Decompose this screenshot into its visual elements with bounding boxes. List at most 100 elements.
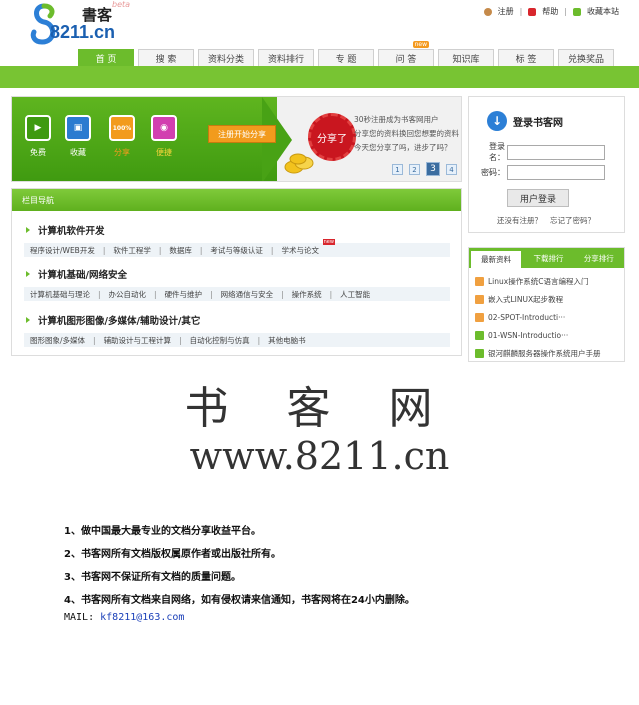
subcategory-link[interactable]: 网络通信与安全 xyxy=(221,289,274,300)
category-title[interactable]: 计算机基础/网络安全 xyxy=(12,267,461,281)
bullet-icon xyxy=(26,227,30,233)
separator: | xyxy=(154,289,157,299)
pager-page[interactable]: 1 xyxy=(392,164,403,175)
notice-line: 3、书客网不保证所有文档的质量问题。 xyxy=(64,572,241,583)
promo-banner: ▶ 免费 ▣ 收藏 100% 分享 ◉ 便捷 注册开始分享 分享了 30秒注册成… xyxy=(11,96,462,182)
password-label: 密码： xyxy=(481,168,505,177)
login-button[interactable]: 用户登录 xyxy=(507,189,569,207)
separator: | xyxy=(179,335,182,345)
username-label: 登录名： xyxy=(489,142,505,162)
banner-text-line: 30秒注册成为书客网用户 xyxy=(354,115,439,124)
category-title-text: 计算机基础/网络安全 xyxy=(38,270,127,281)
login-title-text: 登录书客网 xyxy=(513,117,563,129)
resource-title: 01-WSN-Introductio··· xyxy=(488,330,569,340)
tab-latest[interactable]: 最新资料 xyxy=(471,251,522,268)
login-arrow-icon: ↓ xyxy=(487,111,507,131)
subcategory-link[interactable]: 操作系统 xyxy=(292,289,322,300)
subcategory-text: 学术与论文 xyxy=(281,245,319,255)
subcategory-link[interactable]: 学术与论文 new xyxy=(281,238,335,256)
category-software: 计算机软件开发 程序设计/WEB开发 | 软件工程学 | 数据库 | 考试与等级认证 |… xyxy=(12,223,461,257)
register-link[interactable]: 注册 xyxy=(498,6,514,17)
password-input[interactable] xyxy=(507,165,605,180)
banner-text-line: 分享您的资料换回您想要的资料 xyxy=(354,129,459,138)
tab-label: 专 题 xyxy=(335,54,357,65)
coins-icon xyxy=(284,153,314,174)
bullet-icon xyxy=(26,271,30,277)
register-share-button[interactable]: 注册开始分享 xyxy=(208,125,276,143)
tab-home[interactable]: 首 页 xyxy=(78,49,134,66)
pager-page[interactable]: 2 xyxy=(409,164,420,175)
subcategory-link[interactable]: 考试与等级认证 xyxy=(210,245,263,256)
category-title[interactable]: 计算机软件开发 xyxy=(12,223,461,237)
bullet-icon xyxy=(26,317,30,323)
subcategory-link[interactable]: 数据库 xyxy=(169,245,192,256)
subcategory-link[interactable]: 程序设计/WEB开发 xyxy=(30,245,95,256)
list-item[interactable]: 02-SPOT-Introducti··· xyxy=(475,308,624,326)
tab-label: 资料排行 xyxy=(267,54,304,65)
new-badge: new xyxy=(412,41,429,48)
list-item[interactable]: Linux操作系统C语言编程入门 xyxy=(475,272,624,290)
category-title[interactable]: 计算机图形图像/多媒体/辅助设计/其它 xyxy=(12,313,461,327)
username-input[interactable] xyxy=(507,144,605,160)
favorite-link[interactable]: 收藏本站 xyxy=(587,6,619,17)
subcategory-link[interactable]: 自动化控制与仿真 xyxy=(190,335,250,346)
list-item[interactable]: 嵌入式LINUX起步教程 xyxy=(475,290,624,308)
separator: | xyxy=(329,289,333,299)
subcategory-link[interactable]: 人工智能 xyxy=(340,289,370,300)
tab-topics[interactable]: 专 题 xyxy=(318,49,374,66)
feature-free: ▶ 免费 xyxy=(24,115,52,158)
tab-categories[interactable]: 资料分类 xyxy=(198,49,254,66)
tab-search[interactable]: 搜 索 xyxy=(138,49,194,66)
watermark-title: 书 客 网 xyxy=(184,383,455,434)
notice-line: 1、做中国最大最专业的文档分享收益平台。 xyxy=(64,526,261,537)
forgot-password-link[interactable]: 忘记了密码？ xyxy=(550,215,595,226)
tab-shares[interactable]: 分享排行 xyxy=(574,248,624,268)
separator: | xyxy=(199,245,203,255)
list-item[interactable]: 银河麒麟服务器操作系统用户手册 xyxy=(475,344,624,361)
feature-convenient: ◉ 便捷 xyxy=(150,115,178,158)
subcategory-link[interactable]: 辅助设计与工程计算 xyxy=(104,335,172,346)
login-links: 还没有注册？ 忘记了密码？ xyxy=(497,215,595,226)
new-badge: new xyxy=(322,238,335,245)
separator: | xyxy=(257,335,261,345)
category-title-text: 计算机图形图像/多媒体/辅助设计/其它 xyxy=(38,316,201,327)
feature-share: 100% 分享 xyxy=(108,115,136,158)
subcategory-link[interactable]: 其他电脑书 xyxy=(268,335,306,346)
register-link[interactable]: 还没有注册？ xyxy=(497,215,542,226)
site-logo[interactable]: 書客 beta 8211.cn xyxy=(30,0,140,46)
password-row: 密码： xyxy=(475,165,605,180)
separator: | xyxy=(519,7,523,16)
feature-label: 分享 xyxy=(114,148,130,157)
subcategory-link[interactable]: 硬件与维护 xyxy=(165,289,203,300)
pager-page-current[interactable]: 3 xyxy=(426,162,440,176)
tab-label: 知识库 xyxy=(452,54,480,65)
subcategory-link[interactable]: 图形图象/多媒体 xyxy=(30,335,85,346)
username-row: 登录名： xyxy=(475,141,605,163)
tab-ranking[interactable]: 资料排行 xyxy=(258,49,314,66)
tab-qa[interactable]: 问 答 new xyxy=(378,41,434,66)
convenient-icon: ◉ xyxy=(151,115,177,141)
help-link[interactable]: 帮助 xyxy=(542,6,558,17)
tab-downloads[interactable]: 下载排行 xyxy=(523,248,573,268)
favorite-icon xyxy=(573,7,581,16)
resource-list: Linux操作系统C语言编程入门 嵌入式LINUX起步教程 02-SPOT-In… xyxy=(469,268,624,361)
tab-knowledge[interactable]: 知识库 xyxy=(438,49,494,66)
collect-icon: ▣ xyxy=(65,115,91,141)
notice-line: 2、书客网所有文档版权属原作者或出版社所有。 xyxy=(64,549,281,560)
pager-page[interactable]: 4 xyxy=(446,164,457,175)
subcategory-list: 计算机基础与理论 | 办公自动化 | 硬件与维护 | 网络通信与安全 | 操作系统 | 人… xyxy=(24,287,450,301)
document-icon xyxy=(475,330,484,340)
tab-rewards[interactable]: 兑换奖品 xyxy=(558,49,614,66)
tab-label: 搜 索 xyxy=(155,54,177,65)
tab-tags[interactable]: 标 签 xyxy=(498,49,554,66)
subcategory-link[interactable]: 计算机基础与理论 xyxy=(30,289,90,300)
subcategory-link[interactable]: 办公自动化 xyxy=(109,289,147,300)
list-item[interactable]: 01-WSN-Introductio··· xyxy=(475,326,624,344)
separator: | xyxy=(270,245,274,255)
mail-link[interactable]: kf8211@163.com xyxy=(100,612,184,623)
resource-title: Linux操作系统C语言编程入门 xyxy=(488,276,589,286)
separator: | xyxy=(98,289,101,299)
subcategory-link[interactable]: 软件工程学 xyxy=(113,245,151,256)
feature-label: 免费 xyxy=(30,148,46,157)
help-icon xyxy=(528,7,537,16)
